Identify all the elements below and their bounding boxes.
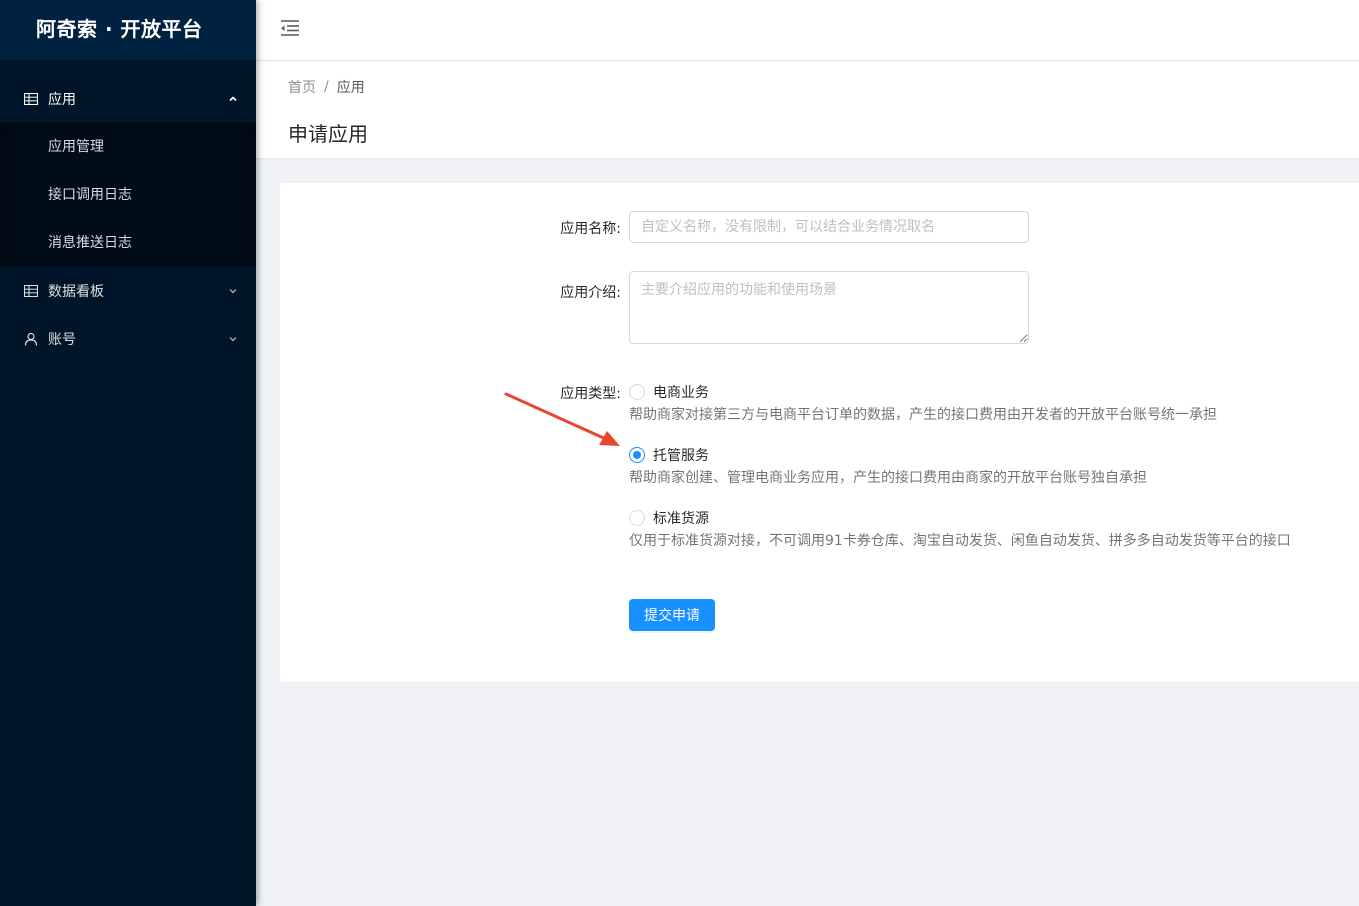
page-title: 申请应用 [288,122,368,146]
user-icon [24,332,38,346]
sidebar-submenu-apps: 应用管理 接口调用日志 消息推送日志 [0,123,256,267]
app-type-option-standard-source: 标准货源 仅用于标准货源对接，不可调用91卡券仓库、淘宝自动发货、闲鱼自动发货、… [629,508,1291,550]
sidebar-item-message-push-logs[interactable]: 消息推送日志 [0,219,256,267]
breadcrumb-home[interactable]: 首页 [288,77,316,97]
breadcrumb-separator: / [324,79,329,95]
app-type-label: 应用类型: [560,386,621,402]
radio-label: 电商业务 [653,385,709,401]
sidebar-item-apps[interactable]: 应用 [0,75,256,123]
sidebar-item-label: 数据看板 [48,284,104,300]
sidebar-item-app-management[interactable]: 应用管理 [0,123,256,171]
radio-label: 标准货源 [653,511,709,527]
apply-form-card: 应用名称: 应用介绍: 应用类型: 电商业务 帮助商家对接第三方与电商平台订单的… [280,183,1359,682]
app-type-option-ecommerce: 电商业务 帮助商家对接第三方与电商平台订单的数据，产生的接口费用由开发者的开放平… [629,382,1217,424]
radio-hosted[interactable]: 托管服务 [629,445,1147,465]
radio-ecommerce[interactable]: 电商业务 [629,382,1217,402]
radio-button[interactable] [629,384,645,400]
radio-label: 托管服务 [653,448,709,464]
app-logo-title: 阿奇索 · 开放平台 [0,0,256,60]
radio-description: 帮助商家对接第三方与电商平台订单的数据，产生的接口费用由开发者的开放平台账号统一… [629,407,1217,423]
chevron-down-icon [228,334,238,344]
chevron-down-icon [228,286,238,296]
app-intro-textarea[interactable] [629,271,1029,344]
radio-button-checked[interactable] [629,447,645,463]
app-name-label: 应用名称: [560,221,621,237]
sidebar: 阿奇索 · 开放平台 应用 应用管理 接口调用日志 消息推送日志 数据看板 账号 [0,0,256,906]
radio-button[interactable] [629,510,645,526]
app-intro-label: 应用介绍: [560,285,621,301]
sidebar-item-label: 应用 [48,92,76,108]
sidebar-item-account[interactable]: 账号 [0,315,256,363]
radio-description: 帮助商家创建、管理电商业务应用，产生的接口费用由商家的开放平台账号独自承担 [629,470,1147,486]
sidebar-item-dashboard[interactable]: 数据看板 [0,267,256,315]
sidebar-item-api-call-logs[interactable]: 接口调用日志 [0,171,256,219]
radio-description: 仅用于标准货源对接，不可调用91卡券仓库、淘宝自动发货、闲鱼自动发货、拼多多自动… [629,533,1291,549]
app-name-input[interactable] [629,211,1029,243]
chevron-up-icon [228,94,238,104]
page-header: 首页 / 应用 申请应用 [256,61,1359,159]
menu-fold-icon[interactable] [280,18,300,38]
app-type-option-hosted: 托管服务 帮助商家创建、管理电商业务应用，产生的接口费用由商家的开放平台账号独自… [629,445,1147,487]
sidebar-item-label: 账号 [48,332,76,348]
radio-standard-source[interactable]: 标准货源 [629,508,1291,528]
top-header [256,0,1359,60]
breadcrumb: 首页 / 应用 [288,78,1327,96]
breadcrumb-current[interactable]: 应用 [337,77,365,97]
sidebar-menu: 应用 应用管理 接口调用日志 消息推送日志 数据看板 账号 [0,75,256,363]
table-icon [24,92,38,106]
table-icon [24,284,38,298]
submit-application-button[interactable]: 提交申请 [629,599,715,631]
